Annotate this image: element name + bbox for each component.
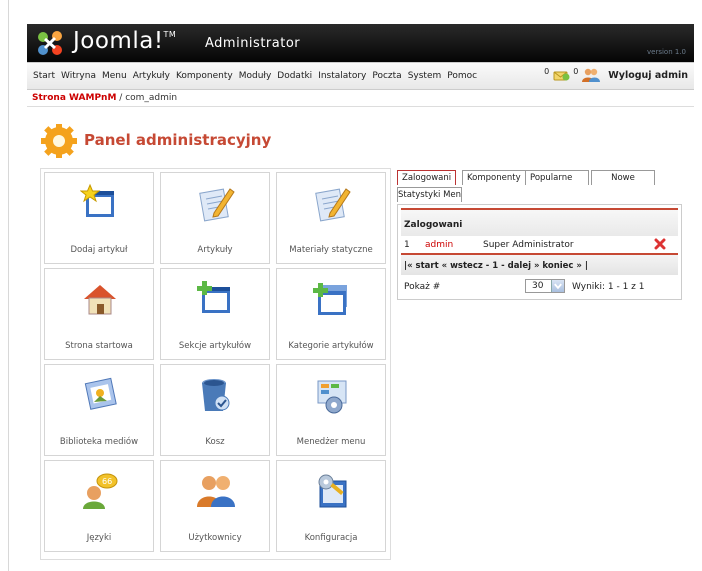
- pagination-bar: |« start « wstecz - 1 - dalej » koniec »…: [401, 253, 678, 275]
- logo-text: Joomla!TM: [73, 28, 177, 54]
- user-group: Super Administrator: [483, 240, 574, 250]
- trash-icon: [202, 379, 230, 411]
- sections-icon: [197, 281, 230, 313]
- tile-sections[interactable]: Sekcje artykułów: [160, 268, 270, 360]
- menu-manager-icon: [317, 380, 347, 414]
- categories-icon: [313, 283, 347, 315]
- row-number: 1: [404, 240, 410, 250]
- users-online-count: 0: [573, 66, 579, 76]
- menu-item-poczta[interactable]: Poczta: [372, 71, 401, 81]
- static-content-icon: [315, 188, 351, 222]
- tab-popular[interactable]: Popularne: [525, 170, 589, 185]
- config-icon: [318, 474, 347, 508]
- logo-trademark: TM: [163, 30, 177, 39]
- tile-label: Materiały statyczne: [289, 245, 373, 255]
- languages-icon: 66: [83, 473, 118, 509]
- articles-icon: [199, 188, 235, 222]
- media-icon: [84, 377, 117, 410]
- menu-item-start[interactable]: Start: [33, 71, 55, 81]
- users-online-icon[interactable]: [581, 67, 601, 83]
- main-menu-bar: Start Witryna Menu Artykuły Komponenty M…: [27, 62, 694, 90]
- tab-logged-in[interactable]: Zalogowani: [397, 170, 457, 185]
- menu-item-komponenty[interactable]: Komponenty: [176, 71, 233, 81]
- menu-item-pomoc[interactable]: Pomoc: [447, 71, 477, 81]
- menu-item-menu[interactable]: Menu: [102, 71, 127, 81]
- menu-item-moduly[interactable]: Moduły: [239, 71, 272, 81]
- tile-label: Artykuły: [197, 245, 233, 255]
- user-link[interactable]: admin: [425, 240, 453, 250]
- limit-select[interactable]: 30: [525, 279, 565, 293]
- menu-item-witryna[interactable]: Witryna: [61, 71, 96, 81]
- logged-in-panel: Zalogowani 1 admin Super Administrator |…: [397, 204, 682, 300]
- tab-menu-stats[interactable]: Statystyki Men: [397, 187, 463, 202]
- svg-text:66: 66: [102, 477, 112, 486]
- page-title: Panel administracyjny: [84, 131, 272, 149]
- tab-new[interactable]: Nowe: [591, 170, 655, 185]
- header-subtitle: Administrator: [205, 36, 301, 51]
- tile-label: Dodaj artykuł: [70, 245, 128, 255]
- main-menu: Start Witryna Menu Artykuły Komponenty M…: [33, 71, 483, 81]
- breadcrumb-path: / com_admin: [116, 93, 178, 103]
- joomla-logo-icon: [38, 31, 62, 55]
- messages-count: 0: [544, 66, 550, 76]
- menu-item-system[interactable]: System: [408, 71, 442, 81]
- pagination-links[interactable]: |« start « wstecz - 1 - dalej » koniec »…: [404, 261, 588, 271]
- tile-label: Konfiguracja: [304, 533, 358, 543]
- chevron-down-icon[interactable]: [551, 280, 564, 292]
- frontpage-icon: [84, 285, 116, 315]
- tile-label: Strona startowa: [65, 341, 133, 351]
- control-panel-icon: [41, 124, 77, 158]
- tile-label: Kategorie artykułów: [288, 341, 374, 351]
- table-row: 1 admin Super Administrator: [401, 236, 678, 253]
- tile-label: Użytkownicy: [188, 533, 242, 543]
- messages-icon[interactable]: [552, 67, 570, 83]
- tile-frontpage[interactable]: Strona startowa: [44, 268, 154, 360]
- menu-item-instalatory[interactable]: Instalatory: [318, 71, 366, 81]
- tile-languages[interactable]: 66 Języki: [44, 460, 154, 552]
- menu-item-artykuly[interactable]: Artykuły: [133, 71, 170, 81]
- list-footer: Pokaż # 30 Wyniki: 1 - 1 z 1: [401, 275, 678, 297]
- status-area: 0 0 Wyloguj admin: [544, 67, 688, 83]
- tile-label: Biblioteka mediów: [59, 437, 139, 447]
- tile-users[interactable]: Użytkownicy: [160, 460, 270, 552]
- tab-components[interactable]: Komponenty: [462, 170, 526, 185]
- tile-menu-manager[interactable]: Menedżer menu: [276, 364, 386, 456]
- tile-static-content[interactable]: Materiały statyczne: [276, 172, 386, 264]
- results-count: Wyniki: 1 - 1 z 1: [572, 282, 645, 292]
- show-count-label: Pokaż #: [404, 282, 441, 292]
- divider: [27, 106, 694, 107]
- tile-label: Menedżer menu: [296, 437, 366, 447]
- logout-user-icon[interactable]: [654, 238, 666, 250]
- tile-label: Języki: [86, 533, 112, 543]
- breadcrumb-site-link[interactable]: Strona WAMPnM: [32, 93, 116, 103]
- users-icon: [197, 476, 235, 507]
- tile-categories[interactable]: Kategorie artykułów: [276, 268, 386, 360]
- logged-in-heading: Zalogowani: [404, 220, 463, 230]
- limit-value: 30: [532, 281, 544, 291]
- version-label: version 1.0: [647, 48, 686, 56]
- new-article-icon: [80, 183, 114, 217]
- tile-label: Sekcje artykułów: [178, 341, 252, 351]
- tile-new-article[interactable]: Dodaj artykuł: [44, 172, 154, 264]
- app-header: Joomla!TM Administrator version 1.0: [27, 24, 694, 62]
- menu-item-dodatki[interactable]: Dodatki: [277, 71, 312, 81]
- tile-media[interactable]: Biblioteka mediów: [44, 364, 154, 456]
- tile-label: Kosz: [205, 437, 225, 447]
- tile-config[interactable]: Konfiguracja: [276, 460, 386, 552]
- tile-articles[interactable]: Artykuły: [160, 172, 270, 264]
- tile-trash[interactable]: Kosz: [160, 364, 270, 456]
- logged-in-header: Zalogowani: [401, 208, 678, 236]
- breadcrumb: Strona WAMPnM / com_admin: [32, 93, 177, 103]
- logout-link[interactable]: Wyloguj admin: [608, 70, 688, 81]
